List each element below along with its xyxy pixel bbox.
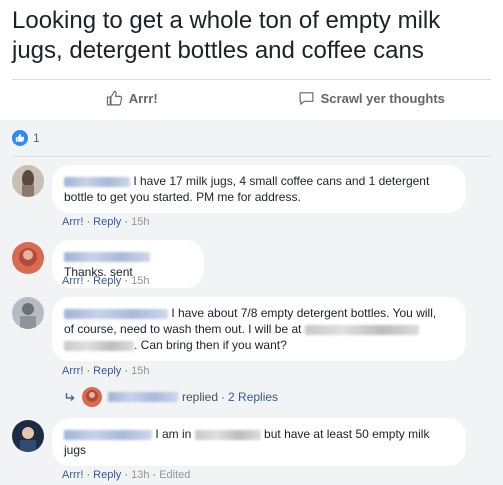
comment-meta: Arrr! · Reply · 15h — [62, 216, 150, 228]
comment-meta: Arrr! · Reply · 15h — [62, 275, 150, 287]
avatar[interactable] — [12, 297, 44, 329]
comment-bubble-icon — [299, 91, 314, 105]
comment-meta: Arrr! · Reply · 13h · Edited — [62, 469, 191, 481]
comment-time[interactable]: 13h — [131, 469, 149, 481]
avatar[interactable] — [12, 165, 44, 197]
redacted-text — [194, 429, 261, 440]
like-label: Arrr! — [128, 90, 158, 106]
post-card: Looking to get a whole ton of empty milk… — [0, 0, 503, 485]
like-button[interactable]: Arrr! — [12, 80, 252, 116]
comment: I am in but have at least 50 empty milk … — [12, 418, 491, 484]
post-actions: Arrr! Scrawl yer thoughts — [12, 80, 491, 116]
commenter-name[interactable] — [64, 251, 150, 262]
avatar — [82, 387, 102, 407]
replied-text: replied — [182, 390, 219, 404]
comment-time[interactable]: 15h — [131, 365, 149, 377]
comment-text: I have about 7/8 empty detergent bottles… — [171, 306, 437, 320]
avatar[interactable] — [12, 242, 44, 274]
thumbs-up-icon — [106, 90, 122, 105]
comment-like-link[interactable]: Arrr! — [62, 216, 83, 228]
commenter-name[interactable] — [64, 308, 168, 319]
comment-like-link[interactable]: Arrr! — [62, 469, 83, 481]
comment-time[interactable]: 15h — [131, 275, 149, 287]
redacted-text — [64, 340, 134, 351]
comment-like-link[interactable]: Arrr! — [62, 365, 83, 377]
reaction-count: 1 — [33, 131, 40, 145]
comment-label: Scrawl yer thoughts — [320, 90, 445, 106]
comment-text: I have 17 milk jugs, 4 small coffee cans… — [133, 174, 430, 188]
replies-count[interactable]: 2 Replies — [228, 390, 278, 404]
comment-reply-link[interactable]: Reply — [93, 275, 121, 287]
comment: I have about 7/8 empty detergent bottles… — [12, 297, 491, 407]
post-title: Looking to get a whole ton of empty milk… — [12, 7, 441, 64]
comment-text: but have at least 50 empty milk — [264, 427, 430, 441]
comment-text: bottle to get you started. PM me for add… — [64, 190, 301, 204]
comment-text: I am in — [155, 427, 192, 441]
comment-bubble: I have 17 milk jugs, 4 small coffee cans… — [52, 165, 466, 213]
commenter-name[interactable] — [64, 429, 152, 440]
avatar[interactable] — [12, 420, 44, 452]
comment-text: . Can bring then if you want? — [134, 338, 287, 352]
comment-reply-link[interactable]: Reply — [93, 469, 121, 481]
comment: I have 17 milk jugs, 4 small coffee cans… — [12, 165, 491, 228]
comments-section: 1 I have 17 milk jugs, 4 small coffee ca… — [0, 120, 503, 485]
comment-text: jugs — [64, 443, 87, 457]
divider — [12, 156, 491, 157]
comment-reply-link[interactable]: Reply — [93, 365, 121, 377]
reaction-summary[interactable]: 1 — [12, 130, 40, 146]
comment-time[interactable]: 15h — [131, 216, 149, 228]
reply-arrow-icon — [65, 393, 75, 402]
redacted-text — [304, 324, 419, 335]
comment: Thanks. sent Arrr! · Reply · 15h — [12, 240, 491, 290]
comment-like-link[interactable]: Arrr! — [62, 275, 83, 287]
commenter-name[interactable] — [64, 176, 130, 187]
comment-text: of course, need to wash them out. I will… — [64, 322, 302, 336]
comment-button[interactable]: Scrawl yer thoughts — [252, 80, 492, 116]
comment-meta: Arrr! · Reply · 15h — [62, 365, 150, 377]
edited-label[interactable]: Edited — [159, 469, 190, 481]
replier-name[interactable] — [108, 392, 178, 402]
separator: · — [221, 390, 226, 404]
comment-reply-link[interactable]: Reply — [93, 216, 121, 228]
like-reaction-icon — [12, 130, 28, 146]
comment-bubble: I have about 7/8 empty detergent bottles… — [52, 297, 466, 361]
view-replies-link[interactable]: replied · 2 Replies — [64, 387, 278, 407]
comment-bubble: I am in but have at least 50 empty milk … — [52, 418, 466, 466]
